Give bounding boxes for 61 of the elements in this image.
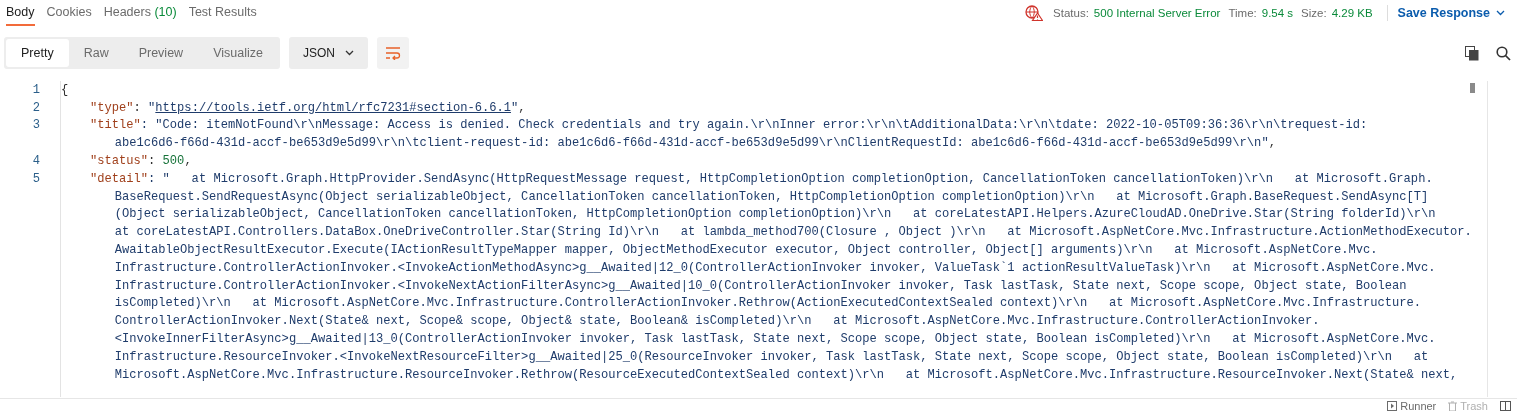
wrap-lines-button[interactable] <box>376 37 409 69</box>
response-tab[interactable]: Test Results <box>188 0 257 26</box>
response-tab[interactable]: Cookies <box>46 0 92 26</box>
scrollbar-thumb[interactable] <box>1470 83 1475 93</box>
view-mode-tab[interactable]: Visualize <box>198 39 278 67</box>
save-response-button[interactable]: Save Response <box>1391 4 1517 22</box>
time-label: Time: <box>1228 7 1257 19</box>
chevron-down-icon <box>344 50 354 56</box>
line-number: 2 <box>31 100 40 115</box>
url-link[interactable]: https://tools.ietf.org/html/rfc7231#section-6.6.1 <box>155 100 511 115</box>
line-number: 3 <box>31 118 40 133</box>
json-string: abe1c6d6-f66d-431d-accf-be653d9e5d99\r\n\tclient-request-id: abe1c6d6-f66d-431d-accf-be653d9e5d99\r\nClientRequestId: abe1c6d6-f66d-431d-accf-be653d9e5d99\r\n" <box>114 136 1269 151</box>
status-value: 500 Internal Server Error <box>1093 7 1221 19</box>
json-punctuation: , <box>1268 136 1276 151</box>
json-string: : "Code: itemNotFound\r\nMessage: Access is denied. Check credentials and try again.\r\nInner error:\r\n\tAdditionalData:\r\n\tdate: 2022-10-05T09:36:36\r\n\trequest-id: <box>140 118 1368 133</box>
status-label: Status: <box>1053 7 1089 19</box>
json-key: "detail" <box>90 171 149 186</box>
chevron-down-icon <box>1496 10 1505 16</box>
json-string: (Object serializableObject, CancellationToken cancellationToken, HttpCompletionOption completionOption)\r\n at coreLatestAPI.Helpers.AzureCloudAD.OneDrive.Star(String folderId)\r\n <box>114 207 1436 222</box>
response-tab[interactable]: Headers (10) <box>103 0 177 26</box>
json-number: 500 <box>162 154 185 169</box>
line-number: 5 <box>31 171 40 186</box>
json-string: isCompleted)\r\n at Microsoft.AspNetCore.Mvc.Infrastructure.ControllerActionInvoker.Rethrow(ActionExecutedContextSealed context)\r\n at Microsoft.AspNetCore.Mvc.Infrastructure. <box>114 296 1422 311</box>
line-number: 4 <box>31 154 40 169</box>
play-icon <box>1387 401 1398 411</box>
search-icon[interactable] <box>1496 45 1511 61</box>
copy-icon[interactable] <box>1465 45 1479 61</box>
trash-icon <box>1448 401 1458 411</box>
response-tab[interactable]: Body <box>6 0 35 26</box>
json-string: <InvokeInnerFilterAsync>g__Awaited|13_0(ControllerActionInvoker invoker, Task lastTask, State next, Scope scope, Object state, Boolean isCompleted)\r\n at Microsoft.AspNetCore.Mvc. <box>114 332 1436 347</box>
json-string: " <box>510 100 519 115</box>
format-dropdown[interactable]: JSON <box>288 37 368 69</box>
json-string: Microsoft.AspNetCore.Mvc.Infrastructure.ResourceInvoker.Rethrow(ResourceExecutedContextSealed context)\r\n at Microsoft.AspNetCore.Mvc.Infrastructure.ResourceInvoker.Next(State& next, <box>114 367 1458 382</box>
view-mode-tab[interactable]: Raw <box>68 39 124 67</box>
view-mode-tab[interactable]: Preview <box>123 39 199 67</box>
json-string: at coreLatestAPI.Controllers.DataBox.OneDriveController.Star(String Id)\r\n at lambda_method700(Closure , Object )\r\n at Microsoft.AspNetCore.Mvc.Infrastructure.ActionMethodExecutor. <box>114 225 1472 240</box>
json-string: " <box>148 100 156 115</box>
json-string: AwaitableObjectResultExecutor.Execute(IActionResultTypeMapper mapper, ObjectMethodExecutor executor, Object controller, Object[] arguments)\r\n at Microsoft.AspNetCore.Mvc. <box>114 243 1378 258</box>
json-punctuation: : <box>148 154 157 169</box>
size-value: 4.29 KB <box>1331 7 1373 19</box>
wrap-lines-icon <box>384 46 401 60</box>
json-string: BaseRequest.SendRequestAsync(Object serializableObject, CancellationToken cancellationToken, HttpCompletionOption completionOption)\r\n at Microsoft.Graph.BaseRequest.SendAsync[T] <box>114 189 1429 204</box>
json-key: "type" <box>90 100 134 115</box>
json-punctuation: { <box>61 82 69 97</box>
size-label: Size: <box>1301 7 1327 19</box>
json-string: Infrastructure.ControllerActionInvoker.<InvokeActionMethodAsync>g__Awaited|12_0(ControllerActionInvoker invoker, ValueTask`1 actionResultValueTask)\r\n at Microsoft.AspNetCore.Mvc. <box>114 260 1436 275</box>
json-string: Infrastructure.ControllerActionInvoker.<InvokeNextActionFilterAsync>g__Awaited|10_0(ControllerActionInvoker invoker, Task lastTask, State next, Scope scope, Object state, Boolean <box>114 278 1407 293</box>
view-mode-tab[interactable]: Pretty <box>6 39 69 67</box>
json-key: "title" <box>90 118 141 133</box>
json-key: "status" <box>90 154 149 169</box>
json-punctuation: , <box>518 100 526 115</box>
json-string: Infrastructure.ResourceInvoker.<InvokeNextResourceFilter>g__Awaited|25_0(ResourceInvoker invoker, Task lastTask, State next, Scope scope, Object state, Boolean isCompleted)\r\n at <box>114 349 1429 364</box>
globe-warning-icon[interactable] <box>1025 5 1044 21</box>
json-punctuation: , <box>184 154 192 169</box>
json-string: : " at Microsoft.Graph.HttpProvider.SendAsync(HttpRequestMessage request, HttpCompletionOption completionOption, CancellationToken cancellationToken)\r\n at Microsoft.Graph. <box>148 171 1433 186</box>
line-number: 1 <box>31 82 40 97</box>
two-pane-icon[interactable] <box>1500 401 1511 411</box>
time-value: 9.54 s <box>1261 7 1294 19</box>
runner-button[interactable]: Runner <box>1387 400 1437 412</box>
json-punctuation: : <box>133 100 142 115</box>
json-string: ControllerActionInvoker.Next(State& next, Scope& scope, Object& state, Boolean& isCompleted)\r\n at Microsoft.AspNetCore.Mvc.Infrastructure.ControllerActionInvoker. <box>114 314 1320 329</box>
